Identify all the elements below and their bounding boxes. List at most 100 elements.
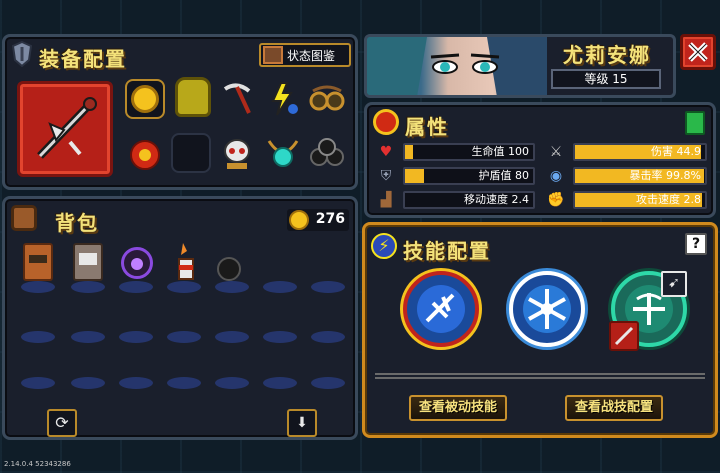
- equipment-title: 装备配置: [39, 47, 127, 71]
- empty-slot[interactable]: [263, 377, 297, 389]
- potion-icon: [373, 109, 399, 135]
- character-portrait: [367, 37, 547, 95]
- refresh-icon: ⟳: [55, 413, 69, 432]
- skills-panel: ⚡ 技能配置 ? ➹ 查看被动技能 查看战技配置: [362, 222, 718, 438]
- heart-icon: ♥: [379, 144, 393, 160]
- skills-divider: [375, 373, 705, 379]
- sword-icon: ⚔: [549, 144, 563, 160]
- crit-label: 暴击率: [629, 169, 663, 182]
- damage-value: 44.9: [676, 145, 702, 158]
- sort-button[interactable]: ⟳: [47, 409, 77, 437]
- golden-helmet-icon: [175, 77, 211, 117]
- equipment-panel: 装备配置 状态图鉴: [2, 34, 358, 190]
- drop-button[interactable]: ⬇: [287, 409, 317, 437]
- skull-necklace-slot[interactable]: [217, 133, 257, 173]
- equipment-icon: [11, 40, 33, 68]
- hp-stat: ♥ 生命值 100: [375, 143, 535, 161]
- hp-value: 100: [508, 145, 529, 158]
- pickaxe-icon: [223, 83, 251, 114]
- skull-icon: [224, 139, 250, 169]
- skills-title: 技能配置: [403, 239, 491, 263]
- crit-value: 99.8%: [666, 169, 701, 182]
- backpack-item[interactable]: [173, 241, 199, 283]
- view-passive-skills-button[interactable]: 查看被动技能: [409, 395, 508, 421]
- empty-slot[interactable]: [311, 331, 345, 343]
- backpack-item[interactable]: [121, 247, 153, 279]
- backpack-icon: [11, 205, 37, 231]
- help-button[interactable]: ?: [685, 233, 707, 255]
- lightning-icon: ⚡: [371, 233, 397, 259]
- gold-ring-slot[interactable]: [125, 79, 165, 119]
- close-button[interactable]: [680, 34, 716, 70]
- empty-slot[interactable]: [311, 281, 345, 293]
- empty-slot[interactable]: [167, 331, 201, 343]
- empty-slot[interactable]: [71, 281, 105, 293]
- equipped-weapon-badge: [609, 321, 639, 351]
- empty-slot[interactable]: [215, 331, 249, 343]
- empty-slot[interactable]: [71, 377, 105, 389]
- empty-slot[interactable]: [21, 281, 55, 293]
- empty-slot[interactable]: [263, 281, 297, 293]
- goggles-icon: [309, 85, 345, 111]
- backpack-item[interactable]: [217, 257, 241, 281]
- empty-slot[interactable]: [119, 331, 153, 343]
- weapon-slot[interactable]: [17, 81, 113, 177]
- eye-icon: ◉: [549, 168, 563, 184]
- book-icon: [263, 46, 283, 64]
- staff-mini-icon: [614, 326, 634, 346]
- gold-amount: 276: [315, 211, 345, 227]
- status-guide-button[interactable]: 状态图鉴: [259, 43, 351, 67]
- backpack-item[interactable]: [73, 243, 103, 281]
- empty-slot[interactable]: [167, 377, 201, 389]
- character-name: 尤莉安娜: [563, 43, 651, 67]
- pickaxe-slot[interactable]: [217, 79, 257, 119]
- empty-slot[interactable]: [21, 331, 55, 343]
- damage-stat: ⚔ 伤害 44.9: [545, 143, 707, 161]
- attack-speed-value: 2.8: [683, 193, 702, 206]
- lightning-charm-icon: [271, 82, 298, 116]
- status-guide-label: 状态图鉴: [287, 49, 336, 63]
- damage-label: 伤害: [651, 145, 673, 158]
- fire-orb-icon: [130, 140, 160, 170]
- empty-slot[interactable]: [263, 331, 297, 343]
- skill-rune-badge[interactable]: ➹: [661, 271, 687, 297]
- hp-label: 生命值: [471, 145, 505, 158]
- staff-weapon-icon: [37, 97, 97, 159]
- bomb-cluster-slot[interactable]: [307, 133, 347, 173]
- amulet-slot[interactable]: [263, 133, 303, 173]
- bomb-cluster-icon: [310, 138, 344, 166]
- empty-slot[interactable]: [119, 377, 153, 389]
- helmet-slot[interactable]: [171, 73, 215, 121]
- export-icon[interactable]: [685, 111, 705, 135]
- teal-amulet-icon: [267, 140, 299, 167]
- shield-bar-fill: [405, 169, 425, 183]
- character-portrait-panel: 尤莉安娜 等级 15: [364, 34, 676, 98]
- skill-slot-2[interactable]: [509, 271, 585, 347]
- lightning-charm-slot[interactable]: [263, 79, 303, 119]
- shield-label: 护盾值: [478, 169, 512, 182]
- empty-slot[interactable]: [167, 281, 201, 293]
- gold-counter: 276: [287, 209, 349, 231]
- empty-slot[interactable]: [215, 377, 249, 389]
- backpack-title: 背包: [55, 211, 99, 235]
- empty-slot[interactable]: [215, 281, 249, 293]
- wind-blade-icon: [417, 285, 465, 333]
- arrows-icon: ➹: [668, 275, 680, 291]
- gold-coin-icon: [289, 210, 309, 230]
- empty-slot[interactable]: [119, 281, 153, 293]
- view-combat-skills-button[interactable]: 查看战技配置: [565, 395, 664, 421]
- empty-slot[interactable]: [71, 331, 105, 343]
- goggles-slot[interactable]: [307, 79, 347, 119]
- empty-slot[interactable]: [21, 377, 55, 389]
- snowflake-icon: [523, 285, 571, 333]
- fire-orb-slot[interactable]: [125, 133, 165, 173]
- empty-slot[interactable]: [311, 377, 345, 389]
- shield-value: 80: [515, 169, 529, 182]
- boot-icon: ▟: [380, 192, 392, 208]
- down-arrow-icon: ⬇: [296, 415, 308, 431]
- skill-slot-1[interactable]: [403, 271, 479, 347]
- fist-icon: ✊: [547, 192, 565, 208]
- empty-equipment-slot[interactable]: [171, 133, 211, 173]
- backpack-item[interactable]: [23, 243, 53, 281]
- backpack-panel: 背包 276 ⟳ ⬇: [2, 196, 358, 440]
